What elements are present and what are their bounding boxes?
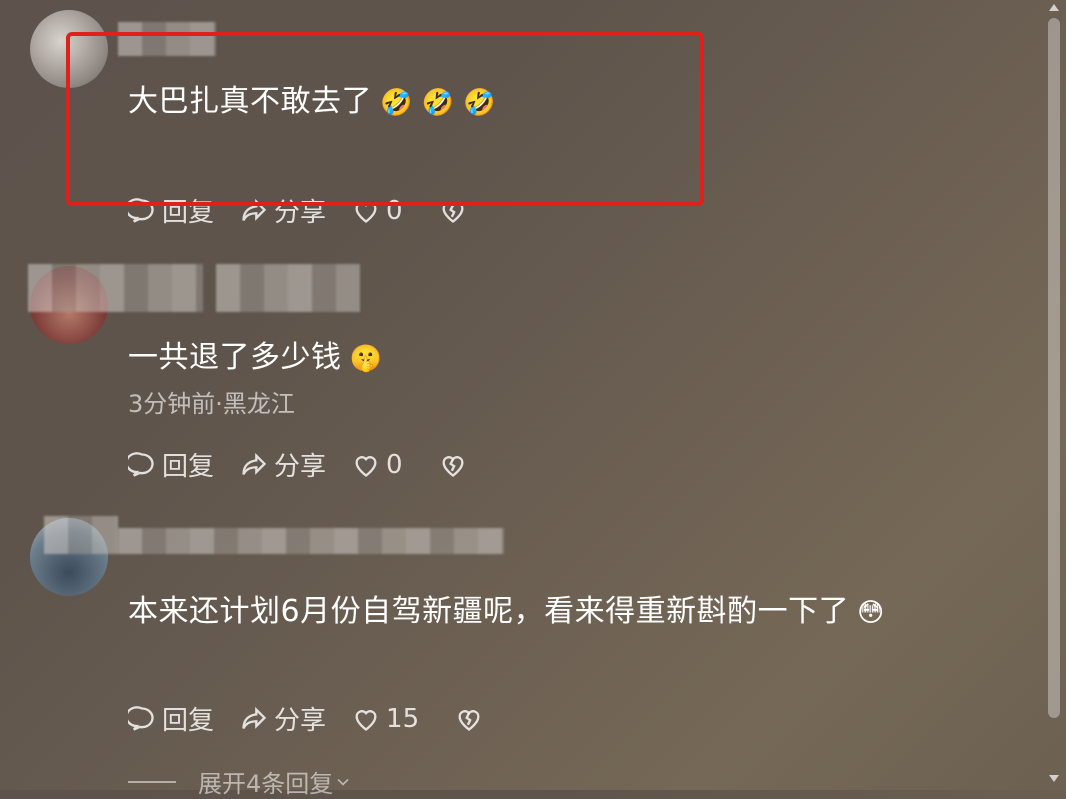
scroll-down-arrow[interactable] <box>1049 775 1059 782</box>
expand-replies-button[interactable]: 展开4条回复 <box>128 764 353 799</box>
username-blurred <box>44 516 118 554</box>
scroll-up-arrow[interactable] <box>1049 4 1059 11</box>
username-blurred <box>28 264 203 312</box>
comment-body: 一共退了多少钱 <box>128 340 342 375</box>
username-blurred <box>216 264 360 312</box>
share-button[interactable]: 分享 <box>240 446 326 483</box>
comment-actions: 回复 分享 15 <box>128 700 509 737</box>
reply-button[interactable]: 回复 <box>128 700 214 737</box>
emoji: 🤫 <box>349 344 383 374</box>
dislike-button[interactable] <box>439 451 467 479</box>
emoji: 😳 <box>857 598 885 628</box>
share-icon <box>242 452 267 475</box>
username-blurred <box>118 528 504 554</box>
share-icon <box>242 706 267 729</box>
broken-heart-icon <box>458 709 480 731</box>
heart-icon <box>355 709 377 731</box>
scrollbar[interactable] <box>1048 18 1060 718</box>
comment-body: 本来还计划6月份自驾新疆呢，看来得重新斟酌一下了 <box>128 594 850 629</box>
dislike-button[interactable] <box>455 705 483 733</box>
chevron-down-icon <box>337 778 349 786</box>
like-count: 0 <box>386 449 403 480</box>
reply-icon <box>128 451 154 477</box>
reply-icon <box>128 705 154 731</box>
divider <box>128 780 176 783</box>
reply-button[interactable]: 回复 <box>128 446 214 483</box>
like-button[interactable]: 15 <box>352 704 419 734</box>
share-button[interactable]: 分享 <box>240 700 326 737</box>
comment-actions: 回复 分享 0 <box>128 446 493 483</box>
like-button[interactable]: 0 <box>352 450 403 480</box>
comment-text: 本来还计划6月份自驾新疆呢，看来得重新斟酌一下了 😳 <box>128 586 885 630</box>
expand-replies-label: 展开4条回复 <box>198 770 334 798</box>
like-count: 15 <box>386 703 420 734</box>
comment-text: 一共退了多少钱 🤫 <box>128 332 382 376</box>
heart-icon <box>355 455 377 477</box>
highlight-box <box>66 32 704 206</box>
comment-meta: 3分钟前·黑龙江 <box>128 390 295 418</box>
broken-heart-icon <box>442 455 464 477</box>
